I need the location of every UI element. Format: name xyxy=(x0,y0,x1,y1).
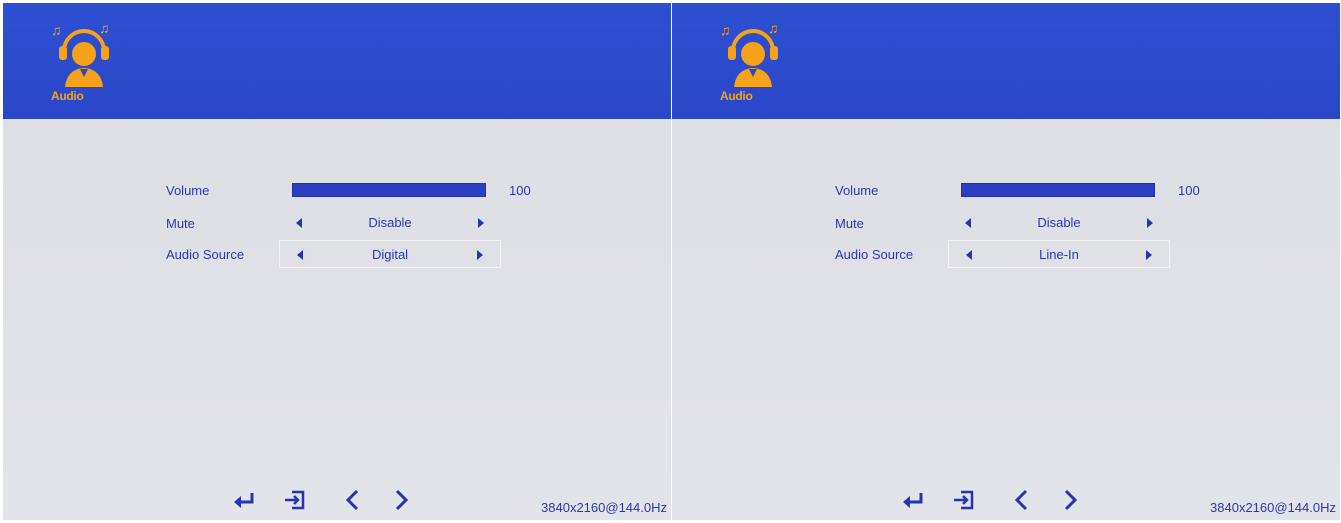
volume-slider-fill xyxy=(962,184,1154,196)
chevron-right-icon[interactable] xyxy=(388,488,414,512)
arrow-right-icon[interactable] xyxy=(1147,218,1153,228)
resolution-readout: 3840x2160@144.0Hz xyxy=(541,500,667,515)
arrow-left-icon[interactable] xyxy=(965,218,971,228)
arrow-left-icon[interactable] xyxy=(297,250,303,260)
audio-source-label: Audio Source xyxy=(835,247,914,262)
audio-source-value: Digital xyxy=(371,247,409,262)
audio-source-label: Audio Source xyxy=(166,247,245,262)
mute-selector[interactable]: Disable xyxy=(279,209,501,237)
audio-source-selector[interactable]: Digital xyxy=(279,240,501,268)
exit-icon[interactable] xyxy=(282,488,308,512)
arrow-right-icon[interactable] xyxy=(478,218,484,228)
audio-source-value: Line-In xyxy=(1039,247,1079,262)
osd-footer: 3840x2160@144.0Hz xyxy=(3,480,671,520)
audio-source-selector[interactable]: Line-In xyxy=(948,240,1170,268)
arrow-left-icon[interactable] xyxy=(966,250,972,260)
resolution-readout: 3840x2160@144.0Hz xyxy=(1210,500,1336,515)
mute-selector[interactable]: Disable xyxy=(948,209,1170,237)
osd-panel-left: ♫ ♫ Audio Volume 100 Mute Disable Audio … xyxy=(3,3,671,520)
audio-menu: Volume 100 Mute Disable Audio Source Dig… xyxy=(3,3,671,520)
arrow-right-icon[interactable] xyxy=(477,250,483,260)
mute-value: Disable xyxy=(368,215,412,230)
volume-label: Volume xyxy=(166,183,210,198)
arrow-right-icon[interactable] xyxy=(1146,250,1152,260)
volume-slider[interactable] xyxy=(292,183,486,197)
chevron-left-icon[interactable] xyxy=(1009,488,1035,512)
enter-icon[interactable] xyxy=(900,488,926,512)
exit-icon[interactable] xyxy=(951,488,977,512)
volume-slider-fill xyxy=(293,184,485,196)
chevron-left-icon[interactable] xyxy=(340,488,366,512)
osd-panel-right: ♫ ♫ Audio Volume 100 Mute Disable Audio … xyxy=(672,3,1340,520)
audio-menu: Volume 100 Mute Disable Audio Source Lin… xyxy=(672,3,1340,520)
osd-footer: 3840x2160@144.0Hz xyxy=(672,480,1340,520)
volume-slider[interactable] xyxy=(961,183,1155,197)
volume-value: 100 xyxy=(509,183,531,198)
volume-label: Volume xyxy=(835,183,879,198)
mute-label: Mute xyxy=(166,216,195,231)
mute-value: Disable xyxy=(1037,215,1081,230)
mute-label: Mute xyxy=(835,216,864,231)
volume-value: 100 xyxy=(1178,183,1200,198)
enter-icon[interactable] xyxy=(231,488,257,512)
arrow-left-icon[interactable] xyxy=(296,218,302,228)
chevron-right-icon[interactable] xyxy=(1057,488,1083,512)
